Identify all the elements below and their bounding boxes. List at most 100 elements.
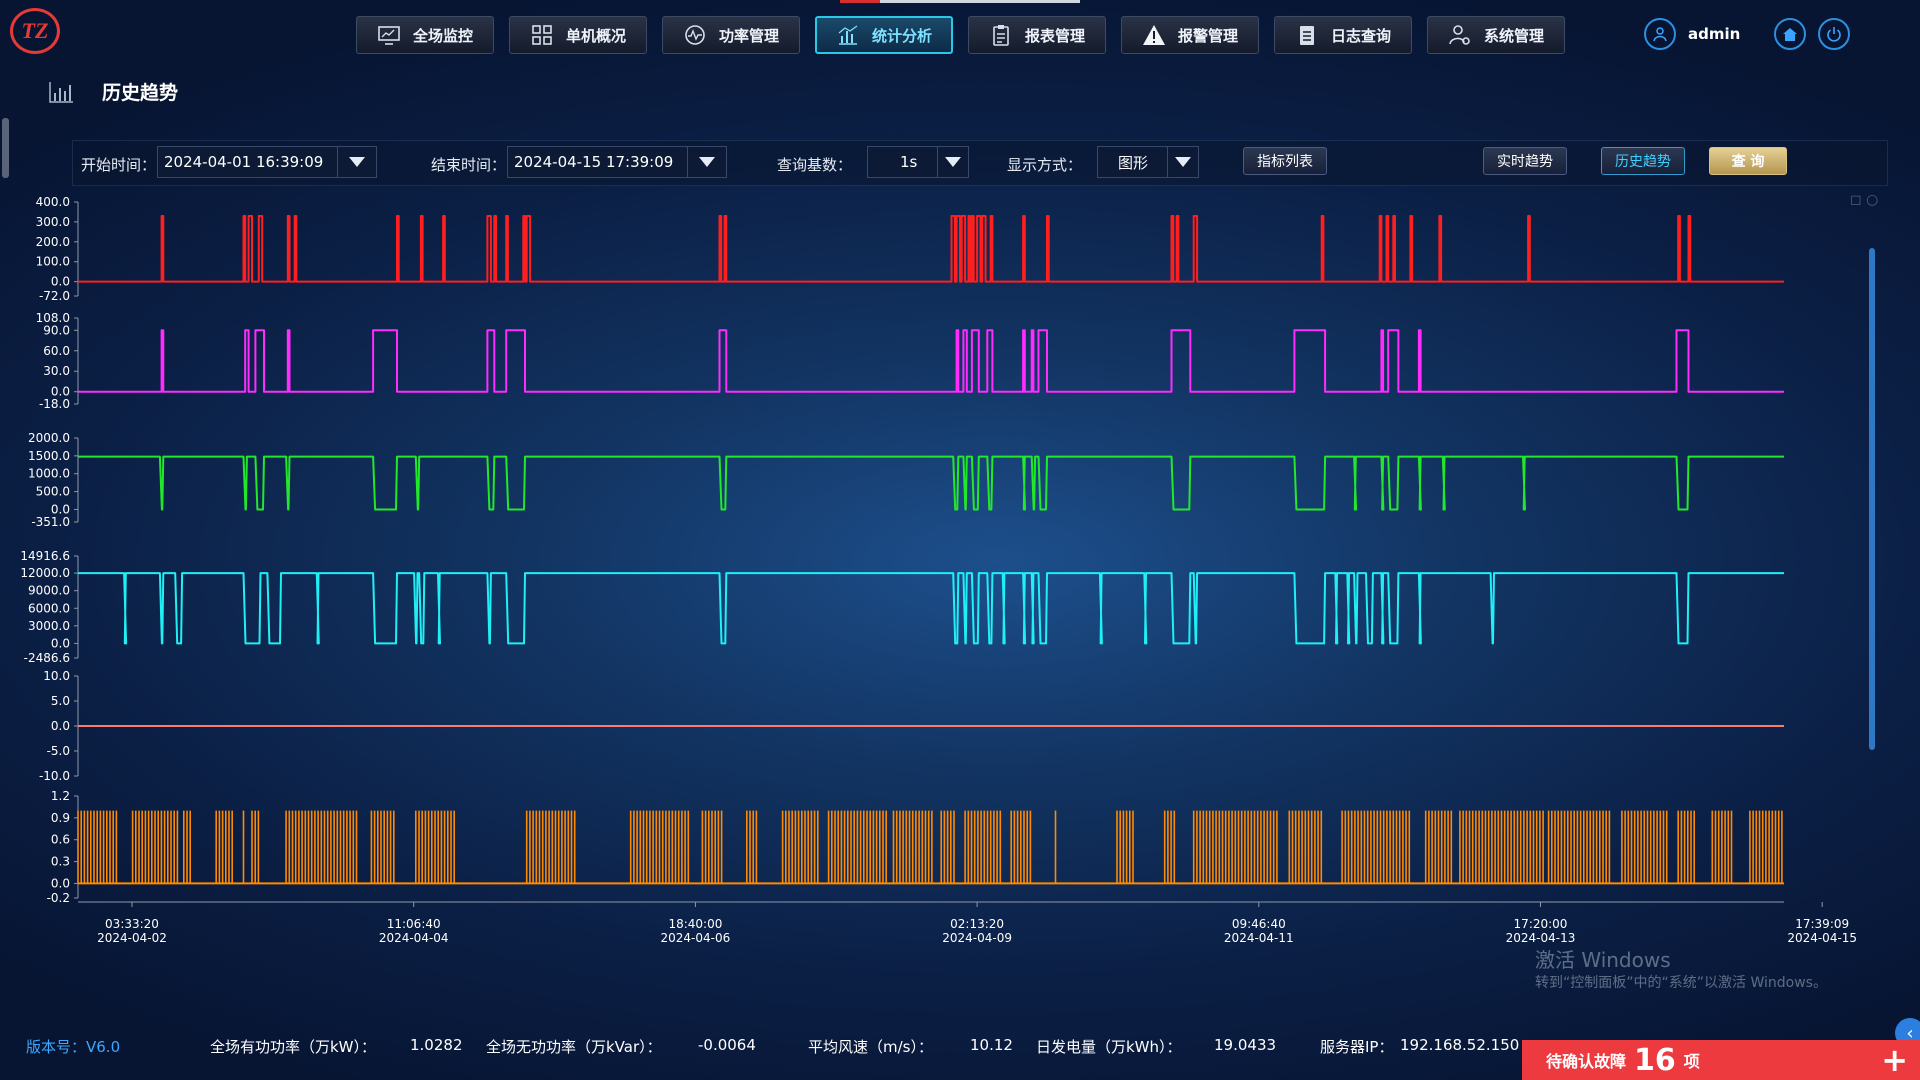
x-tick-date-label: 2024-04-02 xyxy=(97,931,167,945)
series-band xyxy=(746,810,758,884)
refresh-icon[interactable]: ○ xyxy=(1866,192,1878,208)
fault-prefix: 待确认故障 xyxy=(1546,1052,1627,1071)
nav-label: 报警管理 xyxy=(1177,26,1238,45)
active-power-value: 1.0282 xyxy=(410,1036,463,1054)
chevron-down-icon[interactable] xyxy=(687,147,726,177)
series-line xyxy=(78,455,1784,511)
realtime-trend-button[interactable]: 实时趋势 xyxy=(1483,147,1567,175)
top-navigation: 全场监控 单机概况 功率管理 统计分析 报表管理 报警管理 日志查询 系统管理 xyxy=(356,16,1565,54)
history-trend-chart: 400.0 300.0 200.0 100.0 0.0 -72.0 108.0 90.0 60.… xyxy=(0,190,1870,950)
wind-speed-label: 平均风速（m/s）： xyxy=(808,1038,933,1056)
daily-energy-label: 日发电量（万kWh）： xyxy=(1036,1038,1182,1056)
nav-alarm-management[interactable]: 报警管理 xyxy=(1121,16,1259,54)
home-icon[interactable] xyxy=(1774,18,1807,50)
nav-label: 报表管理 xyxy=(1024,26,1085,45)
y-tick-label: -0.2 xyxy=(47,891,70,905)
version-text: 版本号：V6.0 xyxy=(26,1038,121,1056)
history-trend-button[interactable]: 历史趋势 xyxy=(1601,147,1685,175)
start-time-label: 开始时间： xyxy=(81,156,157,174)
power-icon[interactable] xyxy=(1818,18,1851,50)
chevron-down-icon[interactable] xyxy=(337,147,376,177)
series-band xyxy=(781,810,819,884)
series-band xyxy=(215,810,233,884)
nav-label: 统计分析 xyxy=(871,26,932,45)
x-tick-date-label: 2024-04-11 xyxy=(1224,931,1294,945)
y-tick-label: -18.0 xyxy=(39,397,70,411)
nav-unit-overview[interactable]: 单机概况 xyxy=(509,16,647,54)
y-tick-label: 3000.0 xyxy=(28,619,70,633)
warning-icon xyxy=(1142,25,1165,45)
nav-statistics-analysis[interactable]: 统计分析 xyxy=(815,16,953,54)
y-tick-label: 400.0 xyxy=(36,195,70,209)
trend-chart-svg: 400.0300.0200.0100.00.0-72.0108.090.060.… xyxy=(20,195,1857,945)
y-tick-label: 60.0 xyxy=(43,344,70,358)
series-band xyxy=(827,810,887,884)
display-mode-select[interactable]: 图形 xyxy=(1097,146,1199,178)
reactive-power-value: -0.0064 xyxy=(698,1036,756,1054)
nav-full-site-monitor[interactable]: 全场监控 xyxy=(356,16,494,54)
series-band xyxy=(964,810,1002,884)
side-drawer-handle[interactable] xyxy=(2,118,9,178)
fault-suffix: 项 xyxy=(1683,1052,1700,1071)
chevron-down-icon[interactable] xyxy=(1167,147,1198,177)
query-base-select[interactable]: 1s xyxy=(867,146,969,178)
user-avatar-icon[interactable] xyxy=(1644,18,1676,50)
windows-watermark-subtitle: 转到“控制面板”中的“系统”以激活 Windows。 xyxy=(1535,975,1827,991)
pending-fault-banner[interactable]: 待确认故障 16 项 + xyxy=(1522,1040,1920,1080)
start-time-field[interactable]: 2024-04-01 16:39:09 xyxy=(157,146,377,178)
nav-log-query[interactable]: 日志查询 xyxy=(1274,16,1412,54)
daily-energy-value: 19.0433 xyxy=(1214,1036,1277,1054)
plus-icon[interactable]: + xyxy=(1881,1041,1908,1079)
series-band xyxy=(370,810,395,884)
y-tick-label: 0.0 xyxy=(51,275,70,289)
chevron-down-icon[interactable] xyxy=(937,147,968,177)
index-list-button[interactable]: 指标列表 xyxy=(1243,147,1327,175)
y-tick-label: 30.0 xyxy=(43,364,70,378)
x-tick-time-label: 09:46:40 xyxy=(1232,917,1286,931)
chart-scrollbar[interactable] xyxy=(1869,248,1875,750)
restore-icon[interactable]: ◻ xyxy=(1850,192,1862,208)
series-band xyxy=(131,810,179,884)
nav-label: 单机概况 xyxy=(565,26,626,45)
y-tick-label: -351.0 xyxy=(31,515,70,529)
nav-system-management[interactable]: 系统管理 xyxy=(1427,16,1565,54)
display-mode-value: 图形 xyxy=(1118,153,1149,172)
reactive-power-label: 全场无功功率（万kVar）： xyxy=(486,1038,662,1056)
x-tick-time-label: 11:06:40 xyxy=(387,917,441,931)
y-tick-label: -5.0 xyxy=(47,744,70,758)
series-band xyxy=(1288,810,1323,884)
fault-count: 16 xyxy=(1634,1042,1676,1078)
y-tick-label: 12000.0 xyxy=(20,566,70,580)
active-indicator-bar xyxy=(840,0,1080,3)
user-area: admin xyxy=(1644,18,1851,50)
y-tick-label: -10.0 xyxy=(39,769,70,783)
page-title: 历史趋势 xyxy=(102,82,179,104)
active-power-label: 全场有功功率（万kW）： xyxy=(210,1038,377,1056)
x-tick-date-label: 2024-04-04 xyxy=(379,931,449,945)
end-time-label: 结束时间： xyxy=(431,156,507,174)
query-base-label: 查询基数： xyxy=(777,156,853,174)
query-base-value: 1s xyxy=(900,153,918,171)
series-band xyxy=(701,810,723,884)
server-ip-value: 192.168.52.150 xyxy=(1400,1036,1520,1054)
y-tick-label: 500.0 xyxy=(36,485,70,499)
display-mode-label: 显示方式： xyxy=(1007,156,1083,174)
x-tick-date-label: 2024-04-06 xyxy=(661,931,731,945)
x-tick-date-label: 2024-04-15 xyxy=(1787,931,1857,945)
nav-report-management[interactable]: 报表管理 xyxy=(968,16,1106,54)
y-tick-label: 9000.0 xyxy=(28,584,70,598)
series-band xyxy=(1163,810,1176,884)
end-time-field[interactable]: 2024-04-15 17:39:09 xyxy=(507,146,727,178)
series-band xyxy=(77,810,118,884)
filter-bar: 开始时间： 2024-04-01 16:39:09 结束时间： 2024-04-… xyxy=(72,140,1888,186)
query-button[interactable]: 查 询 xyxy=(1709,147,1787,175)
series-band xyxy=(183,810,191,884)
nav-power-management[interactable]: 功率管理 xyxy=(662,16,800,54)
x-tick-time-label: 17:39:09 xyxy=(1795,917,1849,931)
series-band xyxy=(1711,810,1733,884)
series-band xyxy=(1116,810,1134,884)
y-tick-label: 5.0 xyxy=(51,694,70,708)
series-line xyxy=(78,329,1784,393)
series-band xyxy=(525,810,576,884)
y-tick-label: 0.0 xyxy=(51,636,70,650)
